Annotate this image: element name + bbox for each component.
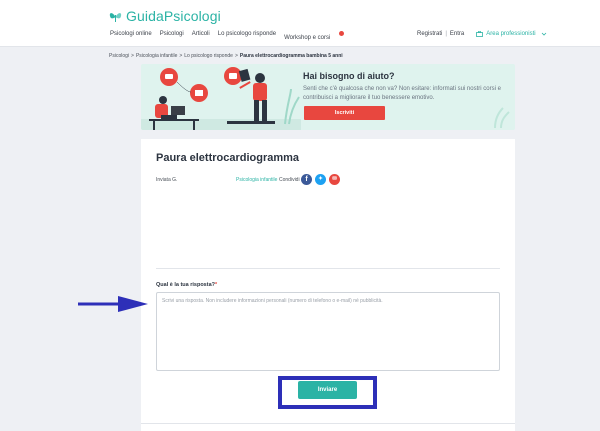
nav-workshop[interactable]: Workshop e corsi [284,31,345,41]
nav-workshop-label: Workshop e corsi [284,35,331,41]
banner-title: Hai bisogno di aiuto? [303,71,395,81]
breadcrumb: Psicologi > Psicologia infantile > Lo psic… [109,53,343,59]
section-divider [156,268,500,269]
question-category-link[interactable]: Psicologia infantile [236,177,277,183]
answer-textarea[interactable]: Scrivi una risposta. Non includere infor… [156,292,500,371]
nav-separator: | [445,31,447,37]
chevron-down-icon [541,32,546,36]
nav-psicologo-risponde[interactable]: Lo psicologo risponde [218,31,276,41]
breadcrumb-item[interactable]: Psicologi [109,53,129,59]
question-author: Inviata G. [156,177,178,183]
logo-text: GuidaPsicologi [126,8,221,24]
site-header: GuidaPsicologi Psicologi online Psicolog… [0,0,600,47]
nav-psicologi[interactable]: Psicologi [160,31,184,41]
help-banner: Hai bisogno di aiuto? Senti che c'è qual… [141,64,515,130]
nav-articoli[interactable]: Articoli [192,31,210,41]
breadcrumb-separator: > [234,53,238,59]
answer-label: Qual è la tua risposta?* [156,282,217,288]
breadcrumb-current: Paura elettrocardiogramma bambina 5 anni [239,53,343,59]
butterfly-logo-icon [109,12,122,22]
breadcrumb-item[interactable]: Psicologia infantile [136,53,177,59]
account-nav: Registrati | Entra Area professionisti [417,31,550,37]
required-mark: * [215,282,218,288]
site-logo[interactable]: GuidaPsicologi [109,8,221,24]
pro-area-link[interactable]: Area professionisti [476,31,549,37]
breadcrumb-separator: > [179,53,183,59]
answer-label-text: Qual è la tua risposta? [156,282,215,288]
question-title: Paura elettrocardiogramma [156,152,300,164]
answer-placeholder: Scrivi una risposta. Non includere infor… [162,298,383,304]
leaf-decoration-icon [494,107,510,128]
annotation-highlight-box [278,376,377,409]
annotation-arrow-icon [78,296,148,312]
signup-button[interactable]: Iscriviti [304,106,385,120]
facebook-share-icon[interactable]: f [301,174,312,185]
logo-text-psicologi: Psicologi [163,8,221,24]
briefcase-icon [476,31,484,37]
email-share-icon[interactable]: ✉ [329,174,340,185]
counseling-illustration [141,67,301,130]
login-link[interactable]: Entra [450,31,464,37]
main-nav: Psicologi online Psicologi Articoli Lo p… [110,31,352,41]
twitter-share-icon[interactable]: ✦ [315,174,326,185]
breadcrumb-item[interactable]: Lo psicologo risponde [184,53,233,59]
nav-psicologi-online[interactable]: Psicologi online [110,31,152,41]
breadcrumb-separator: > [131,53,134,59]
page-footer-divider [141,423,515,424]
banner-text: Senti che c'è qualcosa che non va? Non e… [303,86,501,101]
notification-dot-icon [339,31,345,36]
pro-area-label: Area professionisti [486,31,536,37]
share-label: Condividi [279,177,300,183]
register-link[interactable]: Registrati [417,31,442,37]
logo-text-guida: Guida [126,8,164,24]
